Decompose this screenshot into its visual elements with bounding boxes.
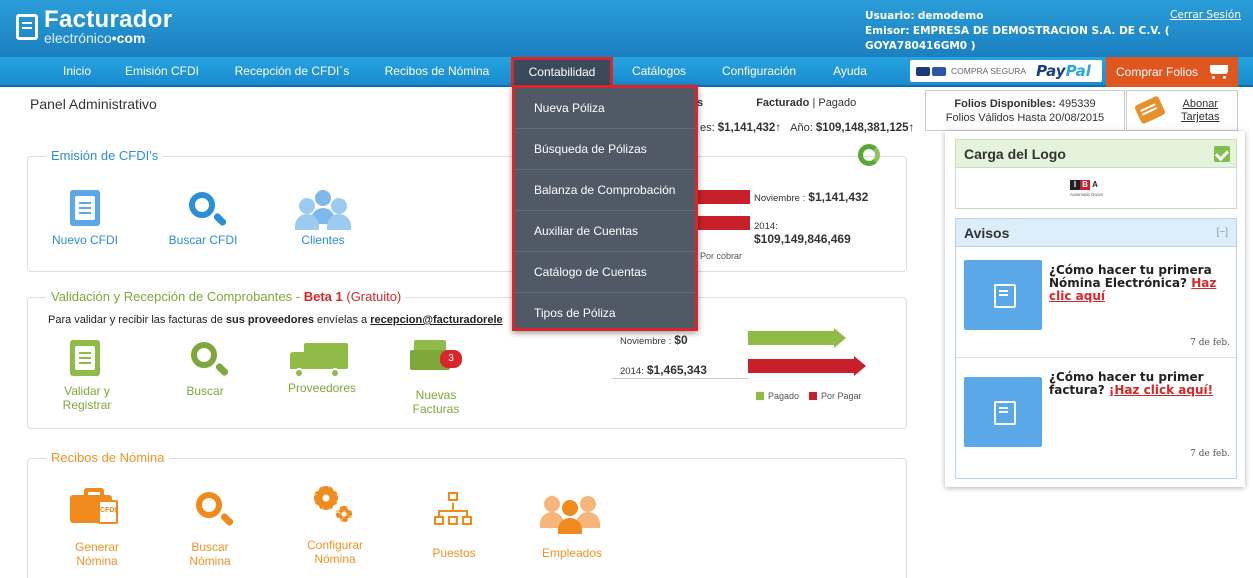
menu-item-catalogo-cuentas[interactable]: Catálogo de Cuentas bbox=[515, 252, 695, 293]
clients-icon bbox=[295, 190, 351, 230]
credit-card-icon bbox=[916, 66, 930, 76]
abonar-tarjetas-link[interactable]: Abonar Tarjetas bbox=[1126, 90, 1238, 131]
document-icon bbox=[964, 377, 1042, 447]
chart-label-2014: 2014: $109,149,846,469 bbox=[754, 221, 851, 246]
logo-subtitle: electrónico•com bbox=[44, 30, 146, 46]
stats-header: s Facturado | Pagado bbox=[697, 97, 857, 109]
invoice-logo-icon bbox=[16, 14, 38, 40]
company-logo[interactable]: I B A Automatic Doors bbox=[956, 168, 1236, 208]
right-sidebar: Carga del Logo I B A Automatic Doors Avi… bbox=[945, 131, 1245, 487]
emision-section: Emisión de CFDI's bbox=[27, 148, 907, 272]
section-legend: Recibos de Nómina bbox=[46, 450, 170, 465]
section-legend: Emisión de CFDI's bbox=[46, 148, 164, 163]
chart-baseline bbox=[612, 378, 748, 379]
search-icon bbox=[191, 342, 217, 368]
chart-label-2014: 2014: $1,465,343 bbox=[620, 363, 707, 377]
credit-card-icon bbox=[1133, 95, 1167, 125]
menu-item-busqueda-polizas[interactable]: Búsqueda de Pólizas bbox=[515, 129, 695, 170]
paypal-badge: COMPRA SEGURA PayPal bbox=[910, 60, 1102, 82]
menu-item-balanza-comprobacion[interactable]: Balanza de Comprobación bbox=[515, 170, 695, 211]
new-document-icon bbox=[70, 190, 100, 226]
nav-recibos-nomina[interactable]: Recibos de Nómina bbox=[378, 57, 496, 85]
menu-item-tipos-poliza[interactable]: Tipos de Póliza bbox=[515, 293, 695, 334]
avisos-widget: Avisos [−] ¿Cómo hacer tu primera Nómina… bbox=[955, 218, 1237, 479]
search-icon bbox=[196, 492, 222, 518]
org-chart-icon bbox=[434, 492, 474, 532]
employees-icon bbox=[540, 492, 604, 534]
chart-bar-2014 bbox=[748, 359, 854, 373]
logo-widget: Carga del Logo I B A Automatic Doors bbox=[955, 139, 1237, 209]
validate-document-icon bbox=[70, 340, 100, 376]
buy-folios-button[interactable]: Comprar Folios bbox=[1106, 57, 1238, 87]
aviso-link[interactable]: ¡Haz click aquí! bbox=[1109, 383, 1213, 397]
nav-inicio[interactable]: Inicio bbox=[52, 57, 102, 85]
logo-title: Facturador bbox=[44, 6, 173, 33]
compra-segura-label: COMPRA SEGURA bbox=[951, 66, 1027, 76]
chart-bar-noviembre bbox=[698, 190, 750, 204]
logout-link[interactable]: Cerrar Sesión bbox=[1170, 9, 1241, 21]
chart-label-noviembre: Noviembre : $1,141,432 bbox=[754, 190, 869, 204]
aviso-item: ¿Cómo hacer tu primer factura? ¡Haz clic… bbox=[956, 359, 1236, 469]
avisos-header: Avisos [−] bbox=[956, 219, 1236, 247]
paypal-logo: PayPal bbox=[1036, 62, 1091, 80]
nav-catalogos[interactable]: Catálogos bbox=[624, 57, 694, 85]
chart-bar-noviembre bbox=[748, 331, 834, 345]
menu-item-nueva-poliza[interactable]: Nueva Póliza bbox=[515, 88, 695, 129]
section-legend: Validación y Recepción de Comprobantes -… bbox=[46, 289, 407, 304]
notification-badge: 3 bbox=[440, 350, 462, 368]
chart-label-noviembre: Noviembre : $0 bbox=[620, 333, 688, 347]
nav-emision-cfdi[interactable]: Emisión CFDI bbox=[118, 57, 206, 85]
nav-contabilidad[interactable]: Contabilidad bbox=[511, 57, 613, 87]
payroll-folder-icon: CFDI bbox=[70, 488, 118, 526]
folios-info: Folios Disponibles: 495339 Folios Válido… bbox=[925, 90, 1125, 131]
nav-recepcion-cfdi[interactable]: Recepción de CFDI´s bbox=[228, 57, 356, 85]
truck-icon bbox=[290, 343, 348, 378]
gears-icon bbox=[314, 486, 354, 526]
validacion-info: Para validar y recibir las facturas de s… bbox=[48, 314, 503, 326]
minimize-icon[interactable]: [−] bbox=[1217, 219, 1228, 247]
chart-arrow bbox=[834, 328, 846, 348]
aviso-item: ¿Cómo hacer tu primera Nómina Electrónic… bbox=[956, 248, 1236, 358]
document-icon bbox=[964, 260, 1042, 330]
chart-legend-por-cobrar: Por cobrar bbox=[700, 251, 743, 261]
page-title: Panel Administrativo bbox=[30, 96, 157, 112]
email-link[interactable]: recepcion@facturadorele bbox=[370, 314, 502, 326]
logo-widget-header: Carga del Logo bbox=[956, 140, 1236, 168]
search-icon bbox=[189, 192, 215, 218]
chart-bar-2014 bbox=[698, 216, 750, 230]
top-header: Facturador electrónico•com Usuario: demo… bbox=[0, 0, 1253, 57]
menu-item-auxiliar-cuentas[interactable]: Auxiliar de Cuentas bbox=[515, 211, 695, 252]
contabilidad-dropdown-menu: Nueva Póliza Búsqueda de Pólizas Balanza… bbox=[512, 85, 698, 331]
check-icon bbox=[1214, 146, 1230, 162]
refresh-icon[interactable] bbox=[858, 144, 880, 166]
shopping-cart-icon bbox=[1206, 64, 1230, 80]
nav-configuracion[interactable]: Configuración bbox=[714, 57, 804, 85]
chart-arrow bbox=[854, 356, 866, 376]
app-logo[interactable]: Facturador electrónico•com bbox=[16, 6, 173, 46]
chart-legend: Pagado Por Pagar bbox=[756, 391, 862, 401]
stats-values: es: $1,141,432↑ Año: $109,148,381,125↑ bbox=[700, 122, 915, 134]
nav-ayuda[interactable]: Ayuda bbox=[822, 57, 878, 85]
credit-card-icon bbox=[932, 66, 946, 76]
